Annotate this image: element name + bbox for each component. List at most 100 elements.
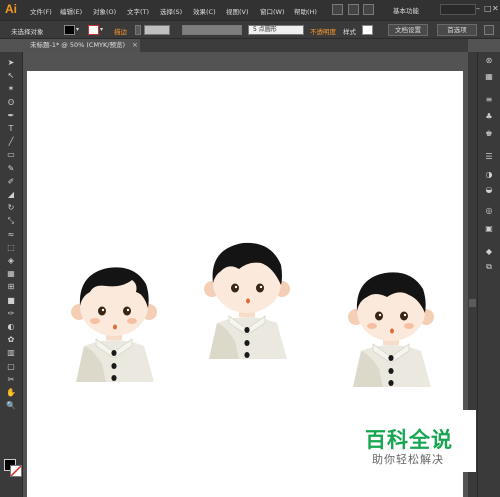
stroke-weight-field[interactable]	[144, 25, 170, 35]
brushes-icon[interactable]: ♣	[483, 112, 495, 122]
menu-select[interactable]: 选择(S)	[160, 6, 182, 16]
control-panel-menu-icon[interactable]	[484, 25, 494, 35]
bridge-icon[interactable]	[332, 4, 343, 15]
scrollbar-thumb[interactable]	[469, 299, 476, 307]
stroke-label[interactable]: 描边	[114, 26, 127, 36]
stroke-color-swatch[interactable]	[10, 465, 22, 477]
symbols-icon[interactable]: ♚	[483, 129, 495, 139]
menu-effect[interactable]: 效果(C)	[193, 6, 216, 16]
preferences-button[interactable]: 首选项	[437, 24, 477, 36]
zoom-tool-icon[interactable]: 🔍	[5, 401, 17, 411]
shirt-button	[111, 350, 117, 356]
menu-bar: Ai 文件(F) 编辑(E) 对象(O) 文字(T) 选择(S) 效果(C) 视…	[0, 0, 500, 20]
swatches-icon[interactable]: ≡	[483, 95, 495, 105]
minimize-button[interactable]: –	[476, 4, 480, 13]
shape-builder-tool-icon[interactable]: ◈	[5, 256, 17, 266]
stroke-swatch[interactable]	[88, 25, 99, 35]
line-tool-icon[interactable]: ╱	[5, 137, 17, 147]
watermark-title: 百科全说	[365, 428, 453, 452]
graphic-styles-icon[interactable]: ▣	[483, 224, 495, 234]
direct-selection-tool-icon[interactable]: ↖	[5, 71, 17, 81]
variable-width-profile[interactable]	[182, 25, 242, 35]
hand-tool-icon[interactable]: ✋	[5, 388, 17, 398]
column-graph-tool-icon[interactable]: ▥	[5, 348, 17, 358]
workspace-switcher[interactable]: 基本功能	[393, 5, 419, 15]
transparency-icon[interactable]: ◒	[483, 185, 495, 195]
left-eye-highlight	[234, 285, 238, 289]
panel-dock: ⊛ ▦ ≡ ♣ ♚ ☰ ◑ ◒ ◎ ▣ ◆ ⧉	[477, 52, 500, 497]
close-tab-icon[interactable]: ×	[132, 39, 138, 52]
search-field[interactable]	[440, 4, 476, 15]
menu-object[interactable]: 对象(O)	[93, 6, 116, 16]
document-tab[interactable]: 未标题-1* @ 50% (CMYK/预览) ×	[22, 39, 140, 52]
type-tool-icon[interactable]: T	[5, 124, 17, 134]
eyedropper-tool-icon[interactable]: ✑	[5, 309, 17, 319]
document-setup-button[interactable]: 文档设置	[388, 24, 428, 36]
selection-status: 未选择对象	[11, 28, 44, 36]
appearance-icon[interactable]: ◎	[483, 206, 495, 216]
menu-type[interactable]: 文字(T)	[127, 6, 149, 16]
shirt-button	[388, 380, 394, 386]
artboard-tool-icon[interactable]: ▢	[5, 362, 17, 372]
color-panel-icon[interactable]: ⊛	[483, 56, 495, 66]
artboards-icon[interactable]: ⧉	[483, 262, 495, 272]
menu-edit[interactable]: 编辑(E)	[60, 6, 82, 16]
rotate-tool-icon[interactable]: ↻	[5, 203, 17, 213]
scale-tool-icon[interactable]: ⤡	[5, 216, 17, 226]
gradient-panel-icon[interactable]: ◑	[483, 170, 495, 180]
fill-swatch[interactable]	[64, 25, 75, 35]
mouth	[113, 324, 117, 330]
menu-help[interactable]: 帮助(H)	[294, 6, 317, 16]
watermark: 百科全说 助你轻松解决	[351, 410, 476, 472]
stroke-panel-icon[interactable]: ☰	[483, 152, 495, 162]
shirt-button	[111, 375, 117, 381]
maximize-button[interactable]: □	[484, 4, 492, 13]
arrange-documents-icon[interactable]	[348, 4, 359, 15]
gpu-performance-icon[interactable]	[363, 4, 374, 15]
character-center[interactable]	[199, 231, 295, 361]
menu-view[interactable]: 视图(V)	[226, 6, 249, 16]
mouth	[246, 298, 250, 304]
stroke-dropdown-icon[interactable]: ▾	[100, 26, 103, 33]
left-eye-highlight	[101, 308, 105, 312]
left-cheek	[367, 323, 377, 329]
pencil-tool-icon[interactable]: ✐	[5, 177, 17, 187]
graphic-style-swatch[interactable]	[362, 25, 373, 35]
gradient-tool-icon[interactable]: ■	[5, 296, 17, 306]
magic-wand-tool-icon[interactable]: ✶	[5, 84, 17, 94]
slice-tool-icon[interactable]: ✂	[5, 375, 17, 385]
layers-icon[interactable]: ◆	[483, 247, 495, 257]
stroke-weight-stepper[interactable]	[135, 25, 141, 35]
style-label: 样式	[343, 28, 356, 36]
menu-window[interactable]: 窗口(W)	[260, 6, 285, 16]
shirt-button	[244, 352, 250, 358]
character-front[interactable]	[66, 254, 162, 384]
rectangle-tool-icon[interactable]: ▭	[5, 150, 17, 160]
blend-tool-icon[interactable]: ◐	[5, 322, 17, 332]
shirt-button	[244, 327, 250, 333]
lasso-tool-icon[interactable]: ʘ	[5, 98, 17, 108]
pen-tool-icon[interactable]: ✒	[5, 111, 17, 121]
opacity-label[interactable]: 不透明度	[310, 26, 336, 36]
eraser-tool-icon[interactable]: ◢	[5, 190, 17, 200]
character-right[interactable]	[343, 259, 439, 389]
color-guide-icon[interactable]: ▦	[483, 72, 495, 82]
paintbrush-tool-icon[interactable]: ✎	[5, 164, 17, 174]
perspective-grid-tool-icon[interactable]: ▦	[5, 269, 17, 279]
fill-dropdown-icon[interactable]: ▾	[76, 26, 79, 33]
right-eye-highlight	[126, 308, 130, 312]
close-button[interactable]: ✕	[492, 4, 499, 13]
left-eye	[375, 311, 383, 321]
free-transform-tool-icon[interactable]: ⬚	[5, 243, 17, 253]
none-stroke-icon	[11, 466, 21, 476]
selection-tool-icon[interactable]: ➤	[5, 58, 17, 68]
brush-definition[interactable]: 5 点圆形	[248, 25, 304, 35]
right-eye-highlight	[403, 313, 407, 317]
width-tool-icon[interactable]: ≈	[5, 230, 17, 240]
right-eye	[400, 311, 408, 321]
document-tab-title: 未标题-1* @ 50% (CMYK/预览)	[30, 41, 126, 49]
mesh-tool-icon[interactable]: ⊞	[5, 282, 17, 292]
menu-file[interactable]: 文件(F)	[30, 6, 52, 16]
right-cheek	[127, 318, 137, 324]
symbol-sprayer-tool-icon[interactable]: ✿	[5, 335, 17, 345]
